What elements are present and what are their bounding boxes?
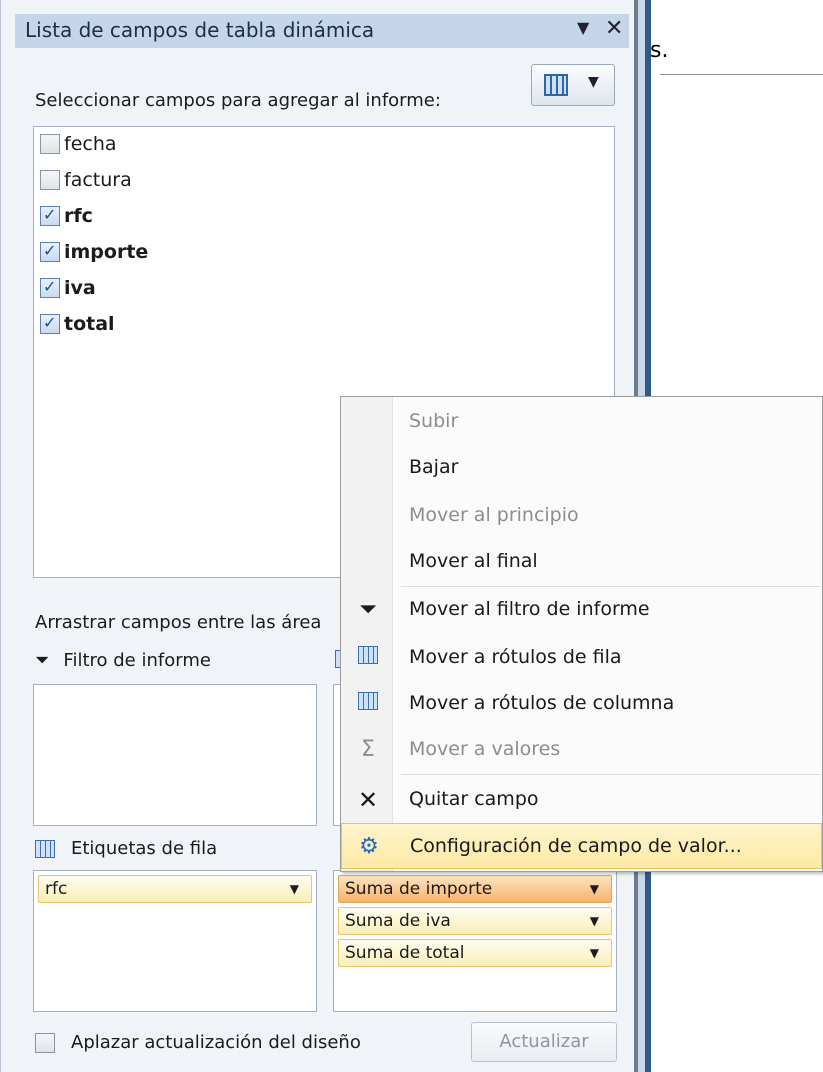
menu-item-move-to-row-labels[interactable]: Mover a rótulos de fila <box>341 635 822 681</box>
row-labels-area[interactable]: rfc ▼ <box>33 870 317 1012</box>
worksheet-cell-text: s. <box>650 38 669 63</box>
field-label: importe <box>64 241 149 263</box>
pill-label: Suma de iva <box>345 911 451 931</box>
field-checkbox[interactable] <box>40 205 60 226</box>
context-menu: Subir Bajar Mover al principio Mover al … <box>340 396 823 872</box>
field-item-rfc[interactable]: rfc <box>40 201 93 231</box>
field-item-importe[interactable]: importe <box>40 237 148 267</box>
menu-item-move-to-end[interactable]: Mover al final <box>341 539 822 585</box>
menu-item-label: Mover al filtro de informe <box>409 598 650 620</box>
menu-item-label: Mover al final <box>409 550 538 572</box>
value-field-pill[interactable]: Suma de total ▼ <box>338 939 612 967</box>
field-label: factura <box>64 169 132 191</box>
field-checkbox[interactable] <box>40 277 60 298</box>
close-icon[interactable]: ✕ <box>605 16 623 41</box>
defer-update-label: Aplazar actualización del diseño <box>71 1032 361 1053</box>
field-label: fecha <box>64 133 117 155</box>
pill-label: rfc <box>45 879 68 899</box>
field-label: total <box>64 313 115 335</box>
field-label: rfc <box>64 205 93 227</box>
worksheet-divider <box>660 74 823 75</box>
menu-item-remove-field[interactable]: ✕ Quitar campo <box>341 777 822 823</box>
report-filter-area[interactable] <box>33 684 317 826</box>
field-item-iva[interactable]: iva <box>40 273 96 303</box>
pill-label: Suma de total <box>345 943 465 963</box>
menu-item-label: Mover a rótulos de fila <box>409 646 622 668</box>
field-item-total[interactable]: total <box>40 309 115 339</box>
value-field-pill[interactable]: Suma de importe ▼ <box>338 875 612 903</box>
field-settings-icon: ⚙ <box>359 834 379 859</box>
menu-item-move-to-values[interactable]: Σ Mover a valores <box>341 727 822 773</box>
panel-title: Lista de campos de tabla dinámica <box>25 18 375 42</box>
filter-icon: ⏷ <box>35 650 50 671</box>
value-field-pill[interactable]: Suma de iva ▼ <box>338 907 612 935</box>
defer-update-option[interactable]: Aplazar actualización del diseño <box>35 1032 361 1053</box>
row-labels-label: Etiquetas de fila <box>71 838 218 859</box>
field-checkbox[interactable] <box>40 313 60 334</box>
field-checkbox[interactable] <box>40 170 60 190</box>
menu-item-label: Bajar <box>409 456 459 478</box>
menu-item-move-to-column-labels[interactable]: Mover a rótulos de columna <box>341 681 822 727</box>
chevron-down-icon[interactable]: ▼ <box>590 908 599 934</box>
pill-label: Suma de importe <box>345 879 493 899</box>
column-labels-icon <box>355 691 381 717</box>
menu-item-label: Configuración de campo de valor... <box>410 835 742 857</box>
row-field-pill[interactable]: rfc ▼ <box>38 875 312 903</box>
menu-item-move-to-beginning[interactable]: Mover al principio <box>341 493 822 539</box>
menu-item-label: Mover al principio <box>409 504 579 526</box>
chevron-down-icon[interactable]: ▼ <box>590 940 599 966</box>
field-layout-button[interactable]: ▼ <box>531 64 615 106</box>
menu-item-label: Mover a valores <box>409 738 561 760</box>
report-filter-header: ⏷ Filtro de informe <box>35 650 211 671</box>
defer-update-checkbox[interactable] <box>35 1032 55 1053</box>
row-labels-header: Etiquetas de fila <box>35 838 217 859</box>
layout-icon <box>544 74 568 96</box>
field-item-factura[interactable]: factura <box>40 165 132 195</box>
field-checkbox[interactable] <box>40 241 60 262</box>
report-filter-label: Filtro de informe <box>63 650 211 671</box>
menu-item-label: Quitar campo <box>409 788 539 810</box>
panel-title-bar: Lista de campos de tabla dinámica ▼ ✕ <box>15 14 629 48</box>
menu-item-label: Mover a rótulos de columna <box>409 692 675 714</box>
sigma-icon: Σ <box>361 737 375 762</box>
chevron-down-icon[interactable]: ▼ <box>590 876 599 902</box>
menu-item-move-to-report-filter[interactable]: ⏷ Mover al filtro de informe <box>341 587 822 633</box>
menu-item-move-up[interactable]: Subir <box>341 399 822 445</box>
field-item-fecha[interactable]: fecha <box>40 129 117 159</box>
panel-options-dropdown-icon[interactable]: ▼ <box>577 18 589 37</box>
select-fields-label: Seleccionar campos para agregar al infor… <box>35 90 441 111</box>
menu-item-value-field-settings[interactable]: ⚙ Configuración de campo de valor... <box>341 823 822 869</box>
menu-separator <box>401 774 821 775</box>
chevron-down-icon: ▼ <box>588 74 599 90</box>
filter-icon: ⏷ <box>359 597 377 622</box>
menu-item-label: Subir <box>409 410 459 432</box>
chevron-down-icon[interactable]: ▼ <box>290 876 299 902</box>
row-labels-icon <box>35 839 55 858</box>
field-checkbox[interactable] <box>40 134 60 154</box>
drag-fields-label: Arrastrar campos entre las área <box>35 612 322 633</box>
update-button[interactable]: Actualizar <box>471 1022 617 1062</box>
menu-item-move-down[interactable]: Bajar <box>341 445 822 491</box>
remove-x-icon: ✕ <box>357 786 379 814</box>
field-label: iva <box>64 277 96 299</box>
row-labels-icon <box>355 645 381 671</box>
values-area[interactable]: Suma de importe ▼ Suma de iva ▼ Suma de … <box>333 870 617 1012</box>
